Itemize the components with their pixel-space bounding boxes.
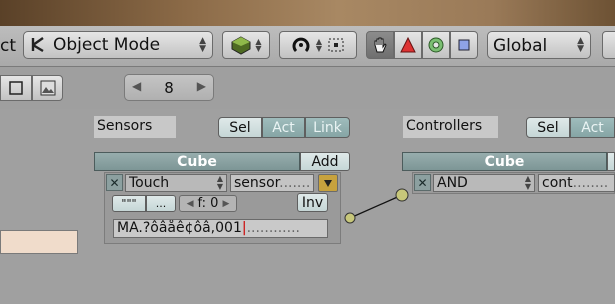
toolbar-button-icon[interactable] [602,31,615,59]
chevron-right-icon[interactable]: ▶ [197,79,206,93]
chevron-updown-icon: ▲ ▼ [199,36,206,54]
close-icon: ✕ [417,175,428,190]
orientation-select[interactable]: Global ▲ ▼ [487,31,591,59]
controllers-sel-button[interactable]: Sel [526,117,570,138]
controllers-label: Controllers [403,116,498,138]
sensors-label: Sensors [94,116,176,138]
pulse-false-button[interactable]: ... [146,195,176,212]
orientation-select-value: Global [493,36,548,56]
object-mode-icon [31,37,44,53]
chevron-updown-icon: ▲ ▼ [577,36,584,54]
rotate-circle-icon [428,37,444,53]
sensor-output-socket[interactable] [344,212,356,224]
sensors-object-cube[interactable]: Cube [94,152,300,171]
controllers-act-button[interactable]: Act [570,117,615,138]
pulse-true-button[interactable]: """ [112,195,146,212]
sensor-name-value: sensor [234,175,280,191]
chevron-updown-icon: ▲ ▼ [216,174,223,191]
controller-input-socket[interactable] [395,188,409,202]
sensor-type-value: Touch [129,175,170,191]
material-property-field[interactable]: MA.?ôâåê¢ôâ,001|............ [113,219,328,238]
chevron-left-icon[interactable]: ◀ [132,79,141,93]
toolbar-partial-label: ct [0,36,17,56]
sensor-delete-button[interactable]: ✕ [106,174,123,191]
sensor-collapse-button[interactable] [318,174,338,192]
state-number-field[interactable]: ◀ 8 ▶ [124,74,214,101]
invert-button[interactable]: Inv [297,193,328,212]
scale-manipulator-button[interactable] [450,31,478,59]
chevron-left-icon: ◀ [186,198,194,209]
translate-manipulator-button[interactable] [394,31,422,59]
controller-delete-button[interactable]: ✕ [414,174,431,191]
frequency-value: f: 0 [197,196,219,211]
3d-view-header: ct Object Mode ▲ ▼ ▲ ▼ ▲ ▼ Global ▲ ▼ [0,26,615,67]
chevron-updown-icon: ▲ ▼ [255,37,262,53]
grid-snap-icon [328,38,344,52]
controllers-object-cube[interactable]: Cube [402,152,607,171]
mode-select-value: Object Mode [53,35,161,55]
sensor-name-field[interactable]: sensor....... [230,174,314,192]
pivot-select[interactable]: ▲ ▼ [279,31,357,59]
rotate-manipulator-button[interactable] [422,31,450,59]
state-number-value: 8 [164,78,174,97]
controller-name-value: cont [542,175,573,191]
window-icon [9,81,23,95]
image-view-button[interactable] [32,75,63,101]
controller-type-value: AND [437,175,468,191]
close-icon: ✕ [109,175,120,190]
selected-field[interactable] [0,230,78,254]
sensors-link-button[interactable]: Link [305,117,350,138]
controller-type-select[interactable]: AND ▲ ▼ [433,174,535,192]
logic-editor-header [0,67,615,109]
shading-sphere-icon [231,36,251,55]
scale-square-icon [458,39,470,51]
sensors-act-button[interactable]: Act [262,117,305,138]
chevron-updown-icon: ▲ ▼ [524,174,531,191]
sensor-type-select[interactable]: Touch ▲ ▼ [125,174,227,192]
controller-name-field[interactable]: cont........ [538,174,615,192]
manipulator-toggle[interactable] [366,31,394,59]
triangle-down-icon [324,180,332,187]
viewport-shading-select[interactable]: ▲ ▼ [222,31,270,59]
desktop-background [0,0,615,26]
sensors-sel-button[interactable]: Sel [218,117,262,138]
mode-select[interactable]: Object Mode ▲ ▼ [23,31,213,59]
image-icon [40,80,55,96]
controllers-add-button[interactable] [607,152,615,171]
material-property-value: MA.?ôâåê¢ôâ,001 [117,220,242,236]
window-view-button[interactable] [0,75,32,101]
logic-link-wire [344,188,409,224]
chevron-updown-icon: ▲ ▼ [315,37,323,53]
hand-grab-icon [374,37,387,53]
translate-triangle-icon [400,37,416,53]
rotate-pivot-icon [292,37,310,53]
chevron-right-icon: ▶ [222,198,230,209]
frequency-field[interactable]: ◀ f: 0 ▶ [179,195,237,212]
sensors-add-button[interactable]: Add [300,152,350,171]
